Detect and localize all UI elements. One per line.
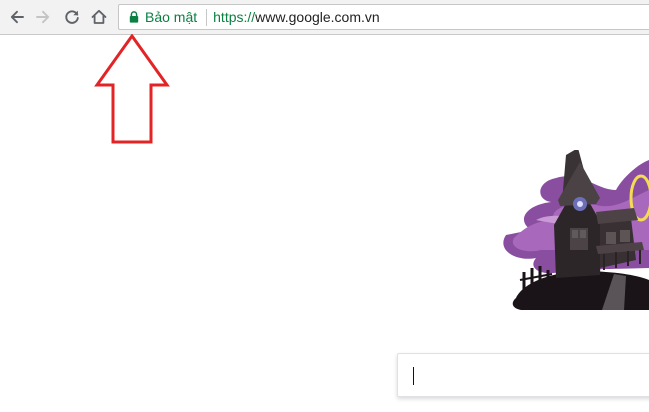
haunted-house-doodle[interactable] xyxy=(496,150,649,315)
home-icon xyxy=(91,9,107,24)
url-scheme: https:// xyxy=(213,9,256,25)
omnibox-divider xyxy=(206,8,208,26)
address-bar[interactable]: Bảo mật https://www.google.com.vn xyxy=(118,4,649,30)
forward-button[interactable] xyxy=(32,6,54,28)
arrow-right-icon xyxy=(36,10,50,24)
browser-toolbar: Bảo mật https://www.google.com.vn xyxy=(0,0,649,35)
reload-button[interactable] xyxy=(61,6,83,28)
reload-icon xyxy=(65,10,79,24)
url-text[interactable]: https://www.google.com.vn xyxy=(213,9,380,25)
arrow-left-icon xyxy=(10,10,24,24)
browser-window: Bảo mật https://www.google.com.vn xyxy=(0,0,649,412)
text-cursor xyxy=(413,367,414,385)
search-input[interactable] xyxy=(397,353,649,397)
security-label[interactable]: Bảo mật xyxy=(145,9,197,25)
back-button[interactable] xyxy=(6,6,28,28)
annotation-arrow-icon xyxy=(94,34,170,144)
lock-icon[interactable] xyxy=(128,11,139,24)
home-button[interactable] xyxy=(88,6,110,28)
url-host: www.google.com.vn xyxy=(255,9,380,25)
